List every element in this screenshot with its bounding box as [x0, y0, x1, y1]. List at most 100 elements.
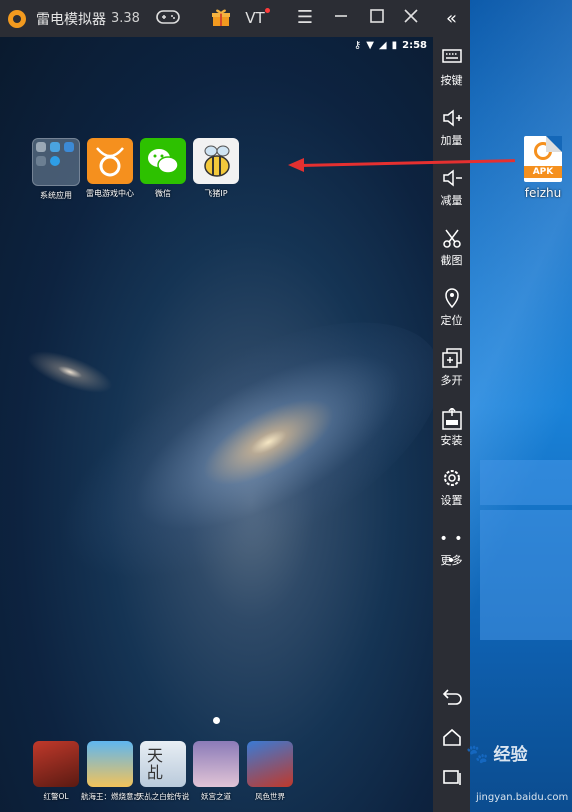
sidebar-label: 定位 [440, 314, 463, 327]
desktop-tile [480, 460, 572, 505]
keyboard-icon [433, 48, 470, 70]
browser-icon [50, 142, 60, 152]
sidebar-label: 安装 [440, 434, 463, 447]
scissors-icon [433, 228, 470, 250]
sidebar-item-volume-up[interactable]: 加量 [433, 108, 470, 148]
game-icon [193, 741, 239, 787]
collapse-sidebar-button[interactable]: « [433, 8, 470, 30]
app-feizhu-ip[interactable]: 飞猪IP [187, 138, 245, 199]
desktop-apk-file[interactable]: APK feizhu [518, 136, 568, 200]
app-label: 天乩之白蛇传说 [136, 792, 190, 801]
status-time: 2:58 [402, 40, 427, 51]
apk-file-name: feizhu [524, 186, 562, 200]
sidebar-item-keys[interactable]: 按键 [433, 48, 470, 88]
bee-icon [193, 138, 239, 184]
game-icon [87, 741, 133, 787]
app-label: 雷电游戏中心 [86, 189, 134, 198]
sidebar-label: 更多 [440, 554, 463, 567]
app-logo-icon [8, 9, 26, 28]
gear-icon [36, 142, 46, 152]
signal-icon: ◢ [378, 40, 387, 51]
sidebar-item-multi-instance[interactable]: 多开 [433, 348, 470, 388]
volume-up-icon [433, 108, 470, 130]
download-icon [50, 156, 60, 166]
page-indicator [213, 717, 220, 724]
files-icon [64, 142, 74, 152]
android-screen: ⚷ ▼ ◢ ▮ 2:58 系统应用 雷电游戏中心 微信 飞猪IP 红警OL 航海… [0, 37, 433, 812]
multi-instance-icon [433, 348, 470, 370]
key-icon: ⚷ [353, 40, 362, 51]
title-bar: 雷电模拟器 3.38 VT ☰ [0, 0, 433, 37]
dock-app-fengse[interactable]: 风色世界 [241, 741, 299, 802]
maximize-button[interactable] [366, 8, 388, 28]
sidebar-label: 加量 [440, 134, 463, 147]
sidebar-item-settings[interactable]: 设置 [433, 468, 470, 508]
app-label: 微信 [155, 189, 171, 198]
sidebar-label: 多开 [440, 374, 463, 387]
wallpaper-galaxy [19, 269, 433, 635]
watermark-brand: 经验 [493, 745, 528, 765]
app-version: 3.38 [111, 11, 140, 26]
apk-badge: APK [524, 166, 562, 178]
app-leidian-game-center[interactable]: 雷电游戏中心 [81, 138, 139, 199]
back-icon [433, 688, 470, 710]
desktop-tile [480, 510, 572, 640]
app-label: 妖宫之道 [201, 792, 231, 801]
dock-app-yaogong[interactable]: 妖宫之道 [187, 741, 245, 802]
close-button[interactable] [400, 8, 422, 28]
folder-icon [32, 138, 80, 186]
game-center-icon [87, 138, 133, 184]
vt-label: VT [245, 9, 265, 27]
android-status-bar: ⚷ ▼ ◢ ▮ 2:58 [354, 40, 427, 51]
app-label: 航海王：燃烧意志 [81, 792, 141, 801]
app-label: 系统应用 [40, 191, 72, 200]
game-icon [247, 741, 293, 787]
game-icon: 天乩 [140, 741, 186, 787]
sidebar-label: 设置 [440, 494, 463, 507]
home-button[interactable] [433, 728, 470, 750]
sidebar-item-screenshot[interactable]: 截图 [433, 228, 470, 268]
wechat-icon [140, 138, 186, 184]
app-title: 雷电模拟器 [36, 11, 106, 28]
vt-notification-dot [265, 8, 270, 13]
dock-app-tiankai[interactable]: 天乩 天乩之白蛇传说 [134, 741, 192, 802]
menu-icon[interactable]: ☰ [294, 8, 316, 28]
emulator-sidebar: « 按键 加量 减量 截图 定位 多开 安装 设置 • • • 更多 [433, 0, 470, 812]
desktop-background [470, 0, 572, 812]
sidebar-label: 按键 [440, 74, 463, 87]
back-button[interactable] [433, 688, 470, 710]
annotation-arrow-head [288, 158, 304, 172]
app-label: 飞猪IP [204, 189, 228, 198]
battery-icon: ▮ [391, 40, 398, 51]
gift-icon[interactable] [210, 8, 232, 28]
sidebar-item-install-apk[interactable]: 安装 [433, 406, 470, 448]
home-icon [433, 728, 470, 750]
sidebar-item-location[interactable]: 定位 [433, 288, 470, 328]
app-label: 风色世界 [255, 792, 285, 801]
minimize-button[interactable] [330, 8, 352, 28]
app-wechat[interactable]: 微信 [134, 138, 192, 199]
recent-apps-button[interactable] [433, 768, 470, 790]
sidebar-item-volume-down[interactable]: 减量 [433, 168, 470, 208]
sidebar-item-more[interactable]: • • • 更多 [433, 528, 470, 569]
emulator-window: 雷电模拟器 3.38 VT ☰ ⚷ ▼ ◢ ▮ 2:58 系统应用 雷电游戏中心… [0, 0, 470, 812]
apk-file-icon: APK [524, 136, 562, 182]
apk-install-icon [433, 406, 470, 430]
dock-app-one-piece[interactable]: 航海王：燃烧意志 [81, 741, 141, 802]
wifi-icon: ▼ [366, 40, 374, 51]
game-title-text: 天乩 [146, 746, 163, 782]
camera-icon [36, 156, 46, 166]
vt-button[interactable]: VT [242, 8, 270, 28]
dock-app-hongjing[interactable]: 红警OL [27, 741, 85, 802]
location-icon [433, 288, 470, 310]
game-icon [33, 741, 79, 787]
double-chevron-left-icon: « [445, 8, 457, 29]
sidebar-label: 减量 [440, 194, 463, 207]
wallpaper-small-galaxy [22, 342, 118, 402]
apk-logo-icon [534, 142, 552, 160]
baidu-jingyan-watermark: 🐾 经验 jingyan.baidu.com [466, 740, 568, 803]
app-system-apps[interactable]: 系统应用 [27, 138, 85, 201]
watermark-url: jingyan.baidu.com [476, 792, 569, 803]
volume-down-icon [433, 168, 470, 190]
gamepad-icon[interactable] [155, 8, 181, 28]
